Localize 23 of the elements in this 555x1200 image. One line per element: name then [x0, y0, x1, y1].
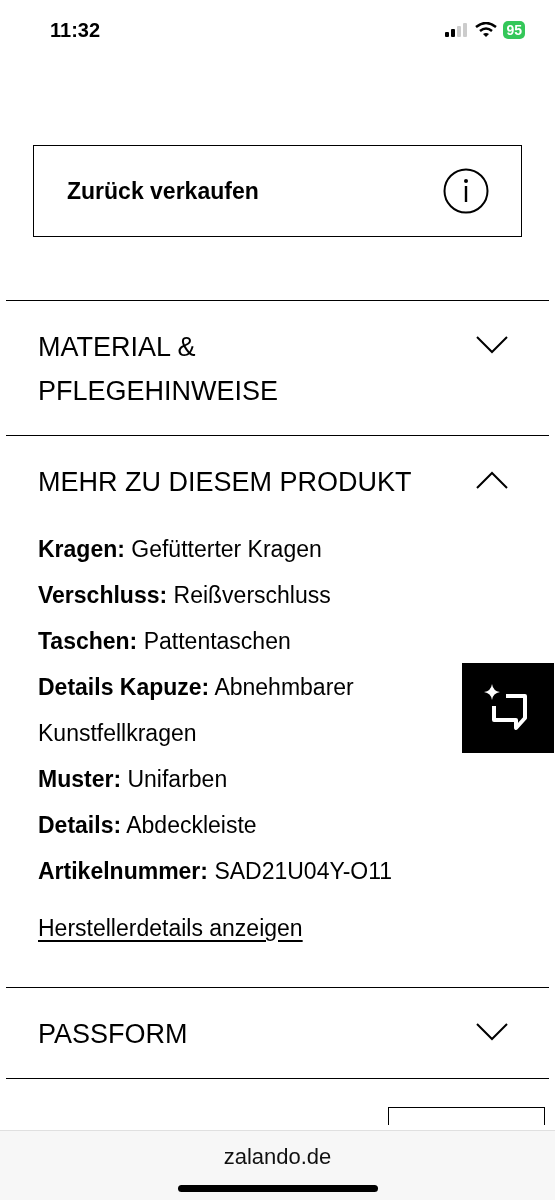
detail-text: Taschen: Pattentaschen: [38, 627, 292, 656]
url-text[interactable]: zalando.de: [223, 1143, 332, 1171]
wifi-icon: [475, 22, 498, 38]
accordion-header[interactable]: PASSFORM: [6, 988, 549, 1078]
info-icon: [443, 168, 489, 214]
detail-text: Verschluss: Reißverschluss: [38, 581, 332, 610]
battery-indicator: 95: [503, 21, 525, 39]
manufacturer-details-link[interactable]: Herstellerdetails anzeigen: [38, 914, 303, 942]
detail-text: Details: Abdeckleiste: [38, 811, 258, 840]
chevron-down-icon: [475, 1022, 509, 1042]
accordion-header[interactable]: MATERIAL & PFLEGEHINWEISE: [6, 301, 549, 435]
follow-button[interactable]: [388, 1107, 545, 1125]
detail-text: Artikelnummer: SAD21U04Y-O11: [38, 857, 394, 886]
detail-text: Details Kapuze: Abnehmbarer Kunstfellkragen: [38, 673, 355, 748]
status-time: 11:32: [50, 18, 101, 43]
signal-icon: [445, 23, 470, 37]
resale-button[interactable]: Zurück verkaufen: [33, 145, 522, 237]
ai-assistant-button[interactable]: [462, 663, 554, 753]
accordion-header[interactable]: MEHR ZU DIESEM PRODUKT: [6, 436, 549, 526]
detail-text: Muster: Unifarben: [38, 765, 229, 794]
chevron-down-icon: [475, 335, 509, 355]
detail-text: Kragen: Gefütterter Kragen: [38, 535, 323, 564]
chevron-up-icon: [475, 470, 509, 490]
